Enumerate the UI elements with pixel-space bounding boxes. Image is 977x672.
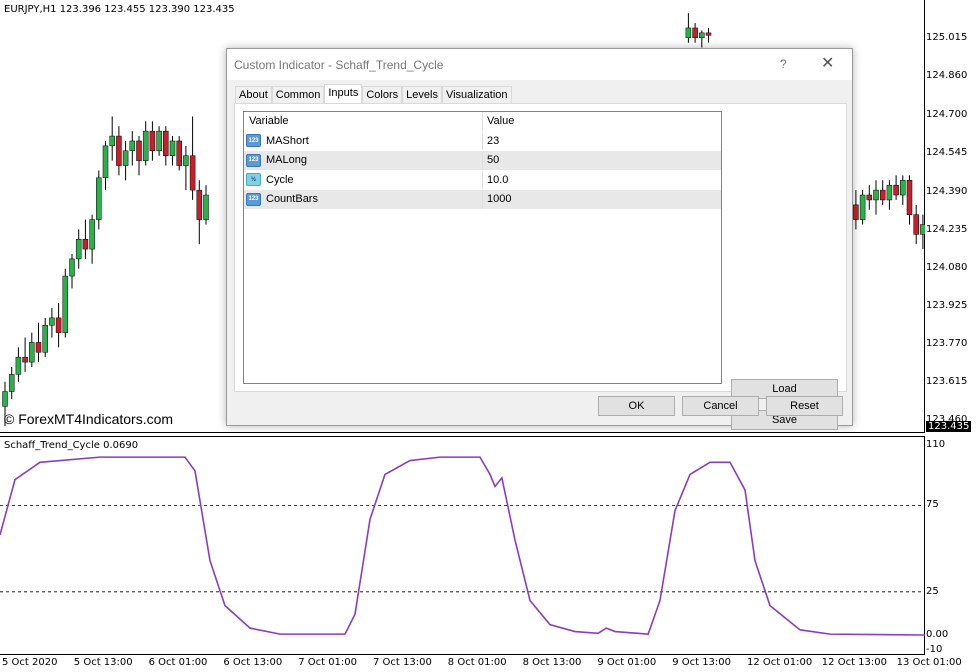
time-tick: 6 Oct 13:00 — [223, 657, 282, 668]
price-tick: 123.925 — [926, 300, 967, 311]
time-tick: 5 Oct 13:00 — [74, 657, 133, 668]
stc-line — [0, 457, 925, 635]
indicator-label: Schaff_Trend_Cycle 0.0690 — [4, 440, 138, 451]
price-tick: 124.700 — [926, 109, 967, 120]
price-tick: 124.390 — [926, 186, 967, 197]
tab-bar: AboutCommonInputsColorsLevelsVisualizati… — [235, 86, 512, 103]
table-header: Variable Value — [244, 112, 721, 132]
reset-button[interactable]: Reset — [766, 396, 843, 416]
indicator-tick: -10 — [926, 644, 942, 655]
indicator-tick: 0.00 — [926, 629, 948, 640]
variable-name: Cycle — [266, 174, 294, 186]
price-tick: 124.080 — [926, 262, 967, 273]
time-tick: 12 Oct 01:00 — [747, 657, 812, 668]
close-button[interactable]: ✕ — [821, 53, 834, 73]
integer-type-icon: 123 — [246, 193, 261, 206]
dialog-title: Custom Indicator - Schaff_Trend_Cycle — [227, 49, 852, 80]
price-tick: 124.860 — [926, 70, 967, 81]
variable-cell: 123 MALong — [244, 151, 483, 170]
column-value: Value — [483, 115, 514, 127]
column-variable: Variable — [244, 112, 483, 131]
value-cell[interactable]: 1000 — [483, 193, 511, 205]
value-cell[interactable]: 23 — [483, 135, 499, 147]
tab-inputs[interactable]: Inputs — [324, 84, 362, 103]
current-price-label: 123.435 — [926, 421, 971, 432]
double-type-icon: ½ — [246, 173, 261, 186]
cancel-button[interactable]: Cancel — [682, 396, 759, 416]
value-cell[interactable]: 10.0 — [483, 174, 508, 186]
time-tick: 5 Oct 2020 — [2, 657, 57, 668]
ok-button[interactable]: OK — [598, 396, 675, 416]
tab-levels[interactable]: Levels — [402, 86, 442, 103]
time-tick: 13 Oct 01:00 — [897, 657, 962, 668]
table-row[interactable]: 123 MAShort 23 — [244, 132, 721, 152]
tab-about[interactable]: About — [235, 86, 272, 103]
time-tick: 7 Oct 13:00 — [373, 657, 432, 668]
custom-indicator-dialog: Custom Indicator - Schaff_Trend_Cycle ? … — [226, 48, 853, 426]
tab-colors[interactable]: Colors — [362, 86, 402, 103]
time-tick: 8 Oct 13:00 — [523, 657, 582, 668]
price-tick: 124.235 — [926, 224, 967, 235]
tab-visualization[interactable]: Visualization — [442, 86, 512, 103]
table-row[interactable]: ½ Cycle 10.0 — [244, 171, 721, 191]
price-tick: 123.770 — [926, 338, 967, 349]
time-tick: 8 Oct 01:00 — [448, 657, 507, 668]
variable-cell: 123 MAShort — [244, 132, 483, 151]
price-tick: 125.015 — [926, 32, 967, 43]
variable-name: MALong — [266, 154, 307, 166]
price-tick: 123.615 — [926, 376, 967, 387]
value-cell[interactable]: 50 — [483, 154, 499, 166]
indicator-tick: 25 — [926, 586, 939, 597]
inputs-table: Variable Value 123 MAShort 23 123 MALong 50 ½C… — [243, 111, 722, 384]
time-tick: 9 Oct 01:00 — [597, 657, 656, 668]
variable-name: MAShort — [266, 135, 309, 147]
integer-type-icon: 123 — [246, 154, 261, 167]
table-row[interactable]: 123 CountBars 1000 — [244, 190, 721, 210]
time-tick: 6 Oct 01:00 — [149, 657, 208, 668]
indicator-tick: 110 — [926, 439, 945, 450]
help-button[interactable]: ? — [780, 57, 787, 71]
variable-cell: ½ Cycle — [244, 171, 483, 190]
tab-common[interactable]: Common — [272, 86, 325, 103]
variable-cell: 123 CountBars — [244, 190, 483, 209]
integer-type-icon: 123 — [246, 134, 261, 147]
time-tick: 12 Oct 13:00 — [822, 657, 887, 668]
variable-name: CountBars — [266, 193, 318, 205]
price-tick: 124.545 — [926, 147, 967, 158]
time-tick: 9 Oct 13:00 — [672, 657, 731, 668]
time-tick: 7 Oct 01:00 — [298, 657, 357, 668]
table-row[interactable]: 123 MALong 50 — [244, 151, 721, 171]
inputs-panel: Variable Value 123 MAShort 23 123 MALong 50 ½C… — [234, 103, 847, 392]
indicator-tick: 75 — [926, 499, 939, 510]
